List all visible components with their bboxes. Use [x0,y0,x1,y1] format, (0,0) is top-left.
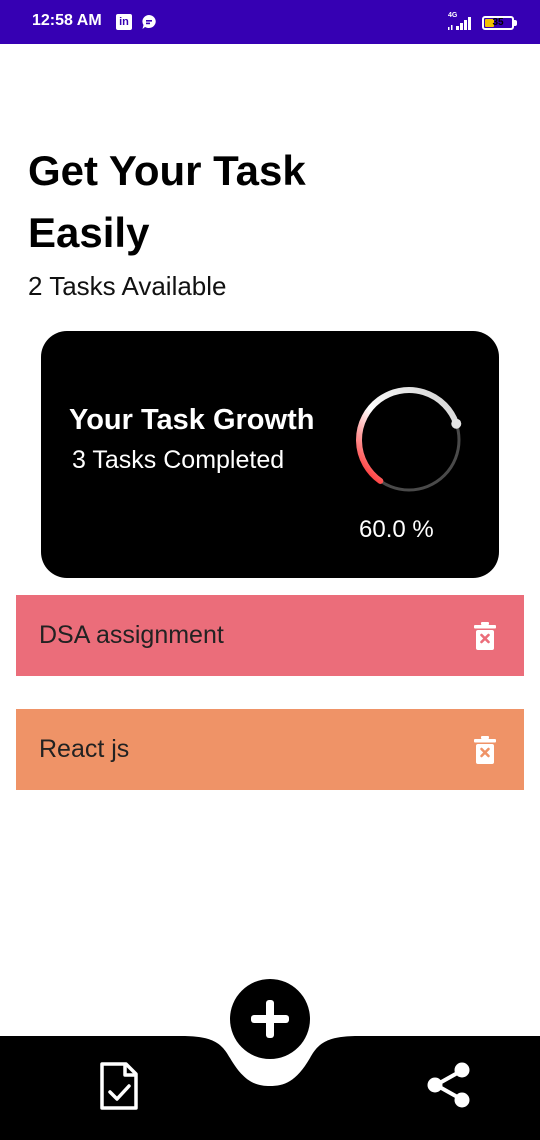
delete-icon[interactable] [474,736,496,764]
tasks-available-count: 2 Tasks Available [28,271,227,301]
task-name: React js [39,735,130,763]
task-item-react-js[interactable]: React js [16,709,524,790]
page-title: Get Your Task Easily [28,147,306,256]
progress-ring-arc [356,387,460,484]
status-time: 12:58 AM [32,12,102,29]
progress-percent-label: 60.0 % [359,516,434,543]
signal-icon [448,17,471,30]
battery-icon: 35 [482,16,514,30]
progress-ring [356,387,462,492]
plus-icon [251,1000,289,1038]
growth-card-title: Your Task Growth [69,404,315,436]
task-item-dsa-assignment[interactable]: DSA assignment [16,595,524,676]
battery-tip [514,20,517,26]
share-icon[interactable] [425,1061,473,1109]
add-task-button[interactable] [230,979,310,1059]
tasks-completed-text: 3 Tasks Completed [72,446,285,474]
delete-icon[interactable] [474,622,496,650]
status-bar: 12:58 AM in 4G 35 [0,0,540,44]
task-document-icon[interactable] [98,1062,140,1110]
message-icon [142,15,156,29]
linkedin-icon: in [116,14,132,30]
task-name: DSA assignment [39,621,224,649]
progress-ring-end [451,418,462,429]
battery-percent: 35 [492,17,504,28]
task-growth-card: Your Task Growth 3 Tasks Completed 60.0 … [41,331,499,578]
